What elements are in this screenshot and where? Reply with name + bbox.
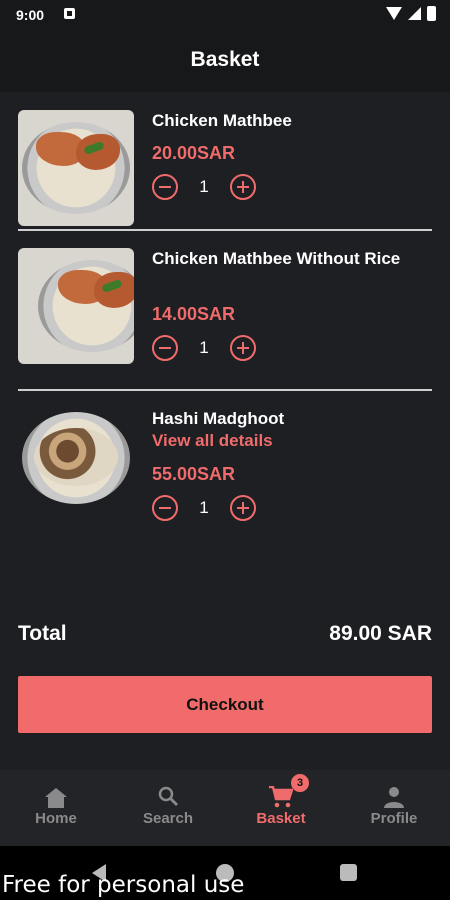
total-label: Total <box>18 622 67 645</box>
cart-count-badge: 3 <box>291 774 309 792</box>
quantity-stepper: 1 <box>152 335 256 361</box>
status-bar: 9:00 <box>0 0 450 30</box>
view-details-link[interactable]: View all details <box>152 431 273 451</box>
divider <box>18 389 432 391</box>
quantity-stepper: 1 <box>152 495 256 521</box>
item-image <box>18 110 134 226</box>
item-name: Hashi Madghoot <box>152 409 285 428</box>
status-icons <box>386 6 436 21</box>
signal-icon <box>408 7 421 20</box>
checkout-button[interactable]: Checkout <box>18 676 432 733</box>
nav-item-profile[interactable]: Profile <box>338 782 450 827</box>
item-price: 20.00SAR <box>152 143 236 163</box>
cart-icon <box>269 786 293 808</box>
nav-label: Home <box>35 810 77 827</box>
decrease-quantity-button[interactable] <box>152 495 178 521</box>
increase-quantity-button[interactable] <box>230 495 256 521</box>
item-image <box>18 408 134 524</box>
nav-label: Basket <box>256 810 306 827</box>
nav-label: Profile <box>370 810 418 827</box>
item-price: 14.00SAR <box>152 304 236 324</box>
notification-icon <box>64 8 75 19</box>
divider <box>18 229 432 231</box>
search-icon <box>158 786 178 806</box>
app-header: Basket <box>0 30 450 92</box>
watermark: Free for personal use <box>2 872 245 898</box>
basket-item: Chicken Mathbee 20.00SAR 1 <box>18 110 432 226</box>
increase-quantity-button[interactable] <box>230 335 256 361</box>
quantity-value: 1 <box>199 338 209 357</box>
recent-apps-icon[interactable] <box>340 864 357 881</box>
bottom-nav: Home Search 3 Basket Profile <box>0 770 450 846</box>
page-title: Basket <box>190 48 260 71</box>
nav-label: Search <box>142 810 194 827</box>
person-icon <box>384 787 404 808</box>
quantity-value: 1 <box>199 177 209 196</box>
home-icon <box>45 788 67 808</box>
basket-item: Chicken Mathbee Without Rice 14.00SAR 1 <box>18 248 432 364</box>
item-name: Chicken Mathbee <box>152 111 292 130</box>
nav-item-home[interactable]: Home <box>0 782 112 827</box>
wifi-icon <box>386 7 402 20</box>
total-row: Total 89.00 SAR <box>18 622 432 652</box>
decrease-quantity-button[interactable] <box>152 174 178 200</box>
battery-icon <box>427 6 436 21</box>
decrease-quantity-button[interactable] <box>152 335 178 361</box>
quantity-stepper: 1 <box>152 174 256 200</box>
nav-item-search[interactable]: Search <box>112 782 224 827</box>
item-price: 55.00SAR <box>152 464 236 484</box>
item-name: Chicken Mathbee Without Rice <box>152 249 401 268</box>
increase-quantity-button[interactable] <box>230 174 256 200</box>
item-image <box>18 248 134 364</box>
total-value: 89.00 SAR <box>329 622 432 645</box>
nav-item-basket[interactable]: 3 Basket <box>225 774 337 827</box>
quantity-value: 1 <box>199 498 209 517</box>
status-time: 9:00 <box>16 7 45 23</box>
basket-item: Hashi Madghoot View all details 55.00SAR… <box>18 408 432 524</box>
